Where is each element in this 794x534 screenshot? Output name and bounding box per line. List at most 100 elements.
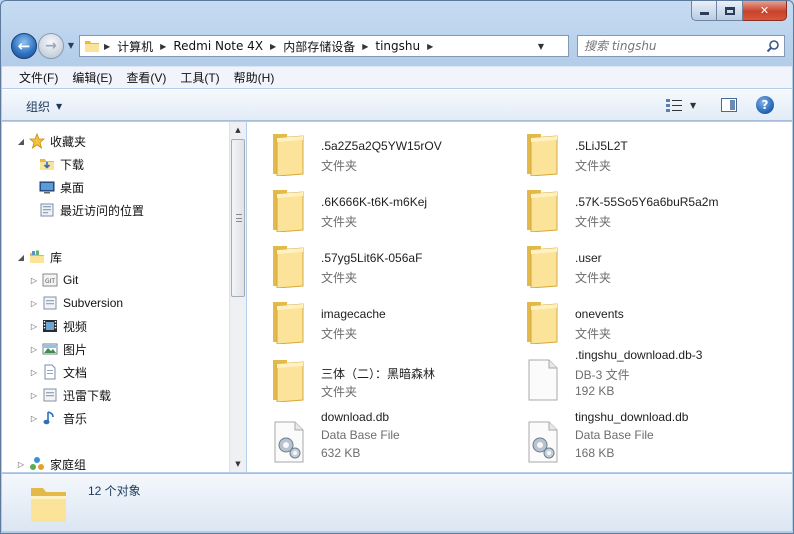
nav-library-pictures[interactable]: ▷ 图片 (29, 339, 87, 359)
search-input[interactable] (584, 39, 764, 53)
folder-icon (269, 188, 309, 233)
file-item[interactable]: .57yg5Lit6K-056aF 文件夹 (251, 238, 501, 290)
expand-arrow-icon[interactable]: ▷ (29, 414, 39, 423)
file-type: 文件夹 (321, 271, 358, 285)
scrollbar-thumb[interactable] (231, 139, 245, 297)
close-button[interactable]: ✕ (743, 1, 787, 21)
navigation-pane-scrollbar[interactable]: ▲ ▼ (229, 122, 246, 472)
breadcrumb-storage[interactable]: 内部存储设备 (280, 36, 358, 56)
menu-view[interactable]: 查看(V) (119, 69, 173, 86)
minimize-button[interactable] (691, 1, 717, 21)
file-size: 168 KB (575, 446, 615, 460)
file-item[interactable]: imagecache 文件夹 (251, 294, 501, 346)
nav-library-music[interactable]: ▷ 音乐 (29, 408, 87, 428)
preview-pane-button[interactable] (721, 98, 737, 112)
nav-library-documents[interactable]: ▷ 文档 (29, 362, 87, 382)
recent-places-icon (40, 203, 54, 217)
file-item[interactable]: .57K-55So5Y6a6buR5a2m 文件夹 (505, 182, 755, 234)
file-name: .57K-55So5Y6a6buR5a2m (575, 195, 719, 209)
file-item[interactable]: .5a2Z5a2Q5YW15rOV 文件夹 (251, 126, 501, 178)
file-type: 文件夹 (575, 327, 612, 341)
collapse-arrow-icon[interactable]: ◢ (16, 137, 26, 146)
help-icon: ? (761, 98, 769, 112)
recent-pages-dropdown[interactable]: ▼ (66, 40, 76, 52)
file-item[interactable]: download.db Data Base File 632 KB (251, 410, 501, 466)
breadcrumb-label: 计算机 (117, 39, 154, 54)
caption-buttons: ✕ (691, 1, 787, 21)
file-item[interactable]: .tingshu_download.db-3 DB-3 文件 192 KB (505, 348, 755, 404)
star-icon (29, 133, 45, 149)
nav-label: Git (63, 273, 79, 287)
nav-recent-places[interactable]: 最近访问的位置 (39, 200, 144, 220)
nav-label: 文档 (63, 365, 88, 380)
breadcrumb-current-folder[interactable]: tingshu (372, 36, 423, 56)
library-icon (30, 250, 44, 263)
breadcrumb-separator[interactable]: ▶ (358, 42, 372, 51)
nav-library-subversion[interactable]: ▷ Subversion (29, 293, 123, 313)
expand-arrow-icon[interactable]: ▷ (29, 276, 39, 285)
breadcrumb-separator[interactable]: ▶ (156, 42, 170, 51)
scroll-up-icon[interactable]: ▲ (230, 122, 246, 138)
menu-help[interactable]: 帮助(H) (227, 69, 282, 86)
maximize-icon (724, 6, 735, 15)
maximize-button[interactable] (717, 1, 743, 21)
folder-icon (523, 300, 563, 345)
file-name: .57yg5Lit6K-056aF (321, 251, 423, 265)
menu-tools[interactable]: 工具(T) (173, 69, 226, 86)
breadcrumb-label: 内部存储设备 (283, 39, 356, 54)
nav-desktop[interactable]: 桌面 (39, 177, 84, 197)
nav-favorites[interactable]: ◢ 收藏夹 (16, 131, 86, 151)
file-name: .5a2Z5a2Q5YW15rOV (321, 139, 442, 153)
scroll-down-icon[interactable]: ▼ (230, 456, 246, 472)
menu-edit[interactable]: 编辑(E) (65, 69, 119, 86)
nav-libraries[interactable]: ◢ 库 (16, 247, 62, 267)
expand-arrow-icon[interactable]: ▷ (16, 460, 26, 469)
forward-arrow-icon: → (45, 38, 57, 54)
nav-library-videos[interactable]: ▷ 视频 (29, 316, 87, 336)
nav-downloads[interactable]: 下载 (39, 154, 84, 174)
address-history-dropdown[interactable]: ▼ (534, 36, 548, 56)
nav-library-git[interactable]: ▷ GIT Git (29, 270, 78, 290)
folder-icon (269, 244, 309, 289)
file-item[interactable]: .user 文件夹 (505, 238, 755, 290)
file-size: 192 KB (575, 384, 615, 398)
file-item[interactable]: .5LiJ5L2T 文件夹 (505, 126, 755, 178)
search-icon[interactable] (766, 39, 780, 53)
expand-arrow-icon[interactable]: ▷ (29, 391, 39, 400)
file-item[interactable]: .6K666K-t6K-m6Kej 文件夹 (251, 182, 501, 234)
file-type: 文件夹 (321, 215, 358, 229)
file-item[interactable]: 三体（二）：黑暗森林 文件夹 (251, 352, 501, 404)
breadcrumb-separator[interactable]: ▶ (423, 42, 437, 51)
expand-arrow-icon[interactable]: ▷ (29, 299, 39, 308)
expand-arrow-icon[interactable]: ▷ (29, 368, 39, 377)
collapse-arrow-icon[interactable]: ◢ (16, 253, 26, 262)
organize-button[interactable]: 组织 ▼ (26, 98, 62, 115)
expand-arrow-icon[interactable]: ▷ (29, 345, 39, 354)
chevron-down-icon: ▼ (56, 102, 63, 111)
forward-button[interactable]: → (38, 33, 64, 59)
breadcrumb-separator[interactable]: ▶ (100, 42, 114, 51)
help-button[interactable]: ? (756, 96, 774, 114)
nav-label: 迅雷下载 (63, 388, 112, 403)
change-view-button[interactable]: ▼ (666, 98, 696, 112)
folder-icon (523, 132, 563, 177)
file-name: .tingshu_download.db-3 (575, 348, 703, 362)
nav-homegroup[interactable]: ▷ 家庭组 (16, 454, 86, 472)
breadcrumb-computer[interactable]: 计算机 (114, 36, 156, 56)
expand-arrow-icon[interactable]: ▷ (29, 322, 39, 331)
file-name: tingshu_download.db (575, 410, 689, 424)
breadcrumb-separator[interactable]: ▶ (266, 42, 280, 51)
file-item[interactable]: tingshu_download.db Data Base File 168 KB (505, 410, 755, 466)
organize-label: 组织 (26, 100, 51, 114)
menu-file[interactable]: 文件(F) (12, 69, 65, 86)
breadcrumb-device[interactable]: Redmi Note 4X (170, 36, 266, 56)
command-bar: 组织 ▼ ▼ ? (2, 89, 792, 121)
file-item[interactable]: onevents 文件夹 (505, 294, 755, 346)
nav-library-thunder-downloads[interactable]: ▷ 迅雷下载 (29, 385, 111, 405)
address-bar[interactable]: ▶ 计算机 ▶ Redmi Note 4X ▶ 内部存储设备 ▶ tingshu… (79, 35, 595, 57)
file-type: Data Base File (575, 428, 654, 442)
back-button[interactable]: ← (11, 33, 37, 59)
nav-label: 下载 (60, 157, 85, 172)
file-type: 文件夹 (321, 385, 358, 399)
document-library-icon (44, 364, 56, 380)
